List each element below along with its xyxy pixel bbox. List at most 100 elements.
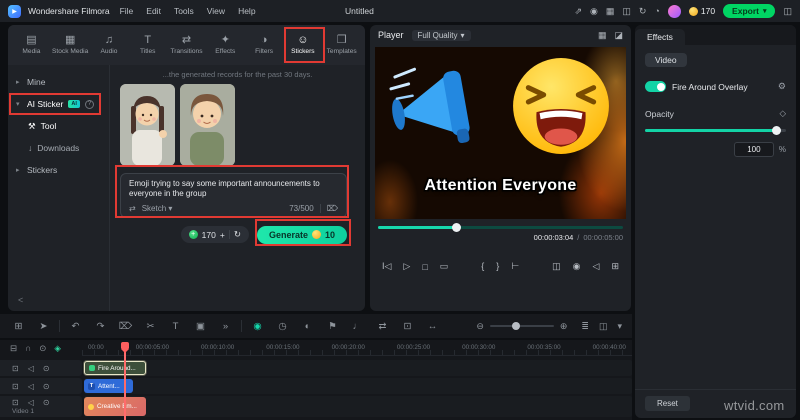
mirror-icon[interactable]: ◫ [552, 261, 561, 272]
subtab-video[interactable]: Video [645, 53, 687, 67]
tab-audio[interactable]: ♫ Audio [90, 35, 129, 56]
notifications-icon[interactable]: ◔ [654, 6, 659, 16]
select-icon[interactable]: ➤ [31, 321, 56, 332]
generated-sticker-1[interactable] [120, 84, 175, 166]
track-lane[interactable]: Creative Em... [84, 396, 632, 417]
snapshot-icon[interactable]: ◉ [573, 261, 581, 272]
track-mute-icon[interactable]: ◁ [28, 364, 34, 373]
crop-icon[interactable]: ▣ [188, 321, 213, 332]
sidebar-item-ai-sticker[interactable]: ▾ AI Sticker AI? [8, 93, 109, 115]
reset-button[interactable]: Reset [645, 396, 690, 411]
tab-filters[interactable]: ◑ Filters [245, 35, 284, 56]
transition-icon[interactable]: ⇄ [370, 321, 395, 332]
share-icon[interactable]: ⇗ [574, 6, 582, 17]
tab-media[interactable]: ▤ Media [12, 35, 51, 56]
play-icon[interactable]: ▷ [403, 261, 410, 272]
generated-sticker-2[interactable] [180, 84, 235, 166]
track-mute-icon[interactable]: ◁ [28, 398, 34, 407]
menu-help[interactable]: Help [235, 6, 258, 16]
track-lane[interactable]: T Attent... [84, 378, 632, 394]
video-preview[interactable]: Attention Everyone [375, 47, 626, 219]
track-toggle-icon[interactable]: ⊡ [12, 398, 19, 407]
opacity-value-input[interactable]: 100 [733, 142, 774, 157]
menu-file[interactable]: File [117, 6, 137, 16]
mic-icon[interactable]: ♩ [345, 321, 370, 332]
zoom-in-icon[interactable]: ⊕ [560, 321, 568, 332]
track-eye-icon[interactable]: ⊙ [43, 364, 50, 373]
track-toggle-icon[interactable]: ⊡ [12, 382, 19, 391]
frame-icon[interactable]: ▭ [440, 261, 449, 272]
grid-icon[interactable]: ⊞ [6, 321, 31, 332]
panels-icon[interactable]: ◫ [622, 6, 631, 17]
workspace-icon[interactable]: ◫ [783, 6, 792, 17]
track-rows-icon[interactable]: ≣ [581, 321, 589, 332]
ai-portrait-icon[interactable]: ◉ [245, 321, 270, 332]
playback-progress-bar[interactable] [378, 223, 623, 232]
shuffle-icon[interactable]: ⇄ [129, 204, 136, 213]
sync-icon[interactable]: ↻ [639, 6, 647, 17]
track-toggle-icon[interactable]: ⊡ [12, 364, 19, 373]
plus-icon[interactable]: + [220, 230, 225, 240]
collapse-sidebar-icon[interactable]: < [18, 295, 23, 305]
zoom-out-icon[interactable]: ⊖ [476, 321, 484, 332]
layout-grid-icon[interactable]: ▦ [606, 6, 615, 17]
detach-icon[interactable]: ⊞ [611, 261, 619, 272]
previous-frame-icon[interactable]: I◁ [382, 261, 391, 272]
sidebar-item-downloads[interactable]: ↓ Downloads [8, 137, 109, 159]
help-icon[interactable]: ? [84, 99, 94, 109]
track-mute-icon[interactable]: ◁ [28, 382, 34, 391]
record-icon[interactable]: ◉ [590, 6, 598, 17]
tab-titles[interactable]: T Titles [128, 35, 167, 56]
more-tools-icon[interactable]: » [213, 321, 238, 332]
tab-stock-media[interactable]: ▦ Stock Media [51, 35, 90, 56]
menu-view[interactable]: View [204, 6, 228, 16]
refresh-icon[interactable]: ↻ [234, 229, 241, 240]
mark-out-icon[interactable]: } [496, 261, 499, 272]
sidebar-item-mine[interactable]: ▸ Mine [8, 71, 109, 93]
gear-icon[interactable]: ⚙ [778, 81, 786, 92]
pip-icon[interactable]: ⊡ [395, 321, 420, 332]
link-icon[interactable]: ⊙ [39, 343, 46, 354]
clip-creative-emoji[interactable]: Creative Em... [84, 397, 146, 416]
mask-icon[interactable]: ◐ [295, 321, 320, 332]
split-icon[interactable]: ✂ [138, 321, 163, 332]
magnet-icon[interactable]: ∩ [25, 343, 31, 353]
user-avatar[interactable] [667, 4, 681, 18]
stop-icon[interactable]: □ [422, 262, 427, 272]
track-eye-icon[interactable]: ⊙ [43, 398, 50, 407]
coin-balance[interactable]: 170 [688, 6, 715, 16]
zoom-slider[interactable] [489, 322, 554, 330]
tab-effects-properties[interactable]: Effects [635, 29, 685, 45]
marker-icon[interactable]: ⊢ [511, 261, 519, 272]
text-icon[interactable]: T [163, 321, 188, 332]
track-eye-icon[interactable]: ⊙ [43, 382, 50, 391]
menu-tools[interactable]: Tools [171, 6, 197, 16]
keyframe-add-icon[interactable]: ◈ [54, 343, 61, 354]
marker-icon[interactable]: ⚑ [320, 321, 345, 332]
style-dropdown[interactable]: Sketch ▾ [142, 204, 173, 213]
opacity-slider[interactable] [645, 126, 786, 135]
tab-effects[interactable]: ✦ Effects [206, 35, 245, 56]
prompt-text[interactable]: Emoji trying to say some important annou… [129, 179, 338, 200]
keyframe-icon[interactable]: ◇ [779, 108, 786, 119]
playhead[interactable] [121, 342, 129, 420]
fire-overlay-toggle[interactable] [645, 81, 666, 92]
timeline-ruler[interactable]: 00:00 00:00:05:00 00:00:10:00 00:00:15:0… [82, 340, 632, 356]
mark-in-icon[interactable]: { [481, 261, 484, 272]
tab-stickers[interactable]: ☺ Stickers [283, 35, 322, 56]
generate-button[interactable]: Generate 10 [256, 225, 347, 244]
menu-edit[interactable]: Edit [143, 6, 164, 16]
undo-icon[interactable]: ↶ [63, 321, 88, 332]
quality-dropdown[interactable]: Full Quality ▾ [411, 29, 471, 41]
delete-icon[interactable]: ⌦ [113, 321, 138, 332]
speed-icon[interactable]: ◷ [270, 321, 295, 332]
opacity-slider-knob[interactable] [772, 126, 782, 135]
progress-knob[interactable] [452, 223, 462, 232]
scopes-icon[interactable]: ◪ [614, 30, 623, 41]
tab-templates[interactable]: ❒ Templates [322, 35, 361, 56]
clip-fire-around[interactable]: Fire Around... [84, 361, 146, 375]
fit-icon[interactable]: ↔ [420, 321, 445, 332]
zoom-slider-knob[interactable] [511, 322, 520, 330]
caret-down-icon[interactable]: ▾ [617, 321, 622, 332]
export-button[interactable]: Export ▾ [723, 4, 776, 18]
